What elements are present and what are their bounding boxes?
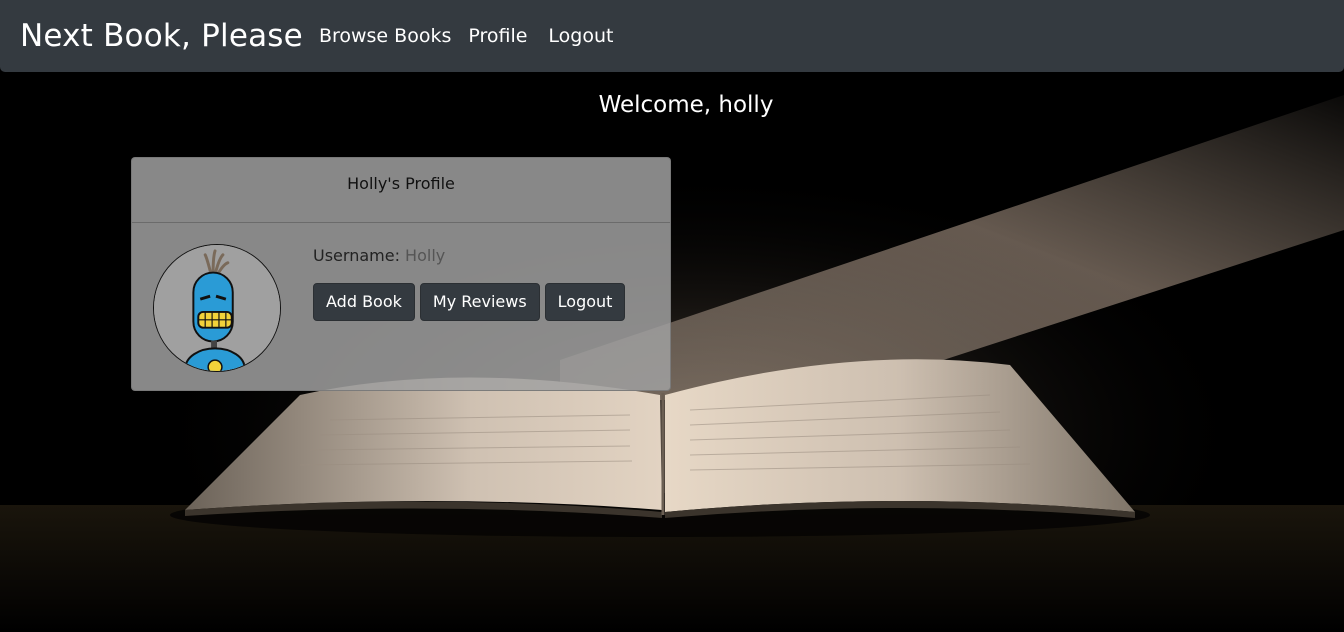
username-label: Username:: [313, 246, 400, 265]
welcome-heading: Welcome, holly: [598, 92, 774, 118]
logout-button[interactable]: Logout: [544, 283, 626, 321]
username-line: Username: Holly: [313, 246, 625, 265]
profile-info: Username: Holly Add Book My Reviews Logo…: [313, 246, 626, 321]
nav-profile[interactable]: Profile: [468, 25, 527, 47]
profile-actions: Add Book My Reviews Logout: [313, 283, 626, 321]
nav-logout[interactable]: Logout: [548, 25, 613, 47]
profile-card-title: Holly's Profile: [132, 158, 670, 223]
nav-browse-books[interactable]: Browse Books: [319, 25, 451, 47]
my-reviews-button[interactable]: My Reviews: [419, 283, 540, 321]
navbar: Next Book, Please Browse Books Profile L…: [0, 0, 1344, 72]
robot-avatar-icon: [153, 244, 281, 372]
page: Next Book, Please Browse Books Profile L…: [0, 0, 1344, 632]
username-value: Holly: [405, 246, 446, 265]
profile-card: Holly's Profile Username: Holly Add Book…: [131, 157, 671, 391]
add-book-button[interactable]: Add Book: [313, 283, 415, 321]
brand-link[interactable]: Next Book, Please: [20, 18, 303, 54]
